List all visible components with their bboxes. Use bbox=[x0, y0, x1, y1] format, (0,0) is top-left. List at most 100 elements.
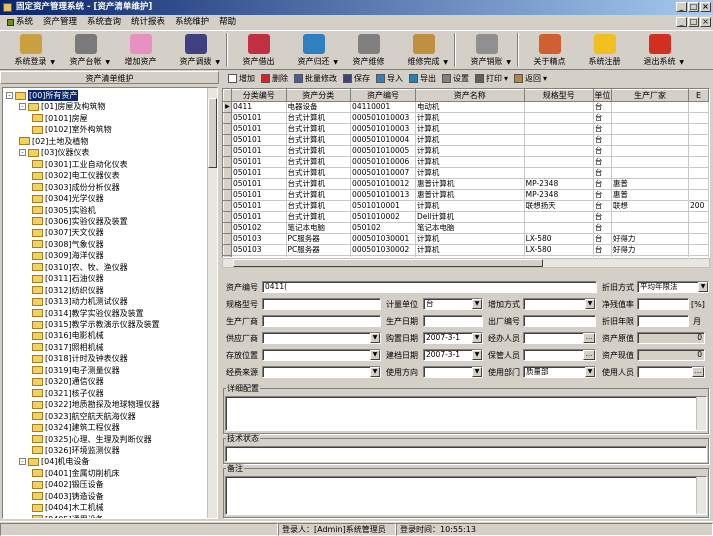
table-cell[interactable]: 000501010013 bbox=[350, 189, 416, 201]
toolbar-button-7[interactable]: 维修完成 ▼ bbox=[396, 31, 451, 69]
tree-node[interactable]: [0313]动力机测试仪器 bbox=[32, 296, 128, 307]
chevron-down-icon[interactable]: ▾ bbox=[543, 74, 547, 83]
supplier-select[interactable]: ▼ bbox=[262, 332, 381, 344]
maximize-button[interactable]: □ bbox=[688, 2, 699, 12]
table-cell[interactable]: 计算机 bbox=[415, 134, 525, 146]
table-cell[interactable] bbox=[611, 134, 690, 146]
table-cell[interactable] bbox=[611, 145, 690, 157]
table-cell[interactable]: 台 bbox=[593, 123, 612, 135]
table-cell[interactable]: 计算机 bbox=[415, 200, 525, 212]
table-row[interactable]: 050101 台式计算机 000501010003 计算机 台 bbox=[223, 112, 709, 124]
table-cell[interactable]: 000501010007 bbox=[350, 167, 416, 179]
maker-field[interactable] bbox=[262, 315, 381, 327]
tree-scroll-thumb[interactable] bbox=[208, 98, 217, 168]
menu-maintenance[interactable]: 系统维护 bbox=[170, 15, 214, 30]
tree-node[interactable]: [0307]天文仪器 bbox=[32, 227, 104, 238]
column-header[interactable]: 规格型号 bbox=[523, 89, 594, 102]
chevron-down-icon[interactable]: ▼ bbox=[506, 59, 511, 66]
table-cell[interactable]: 050101 bbox=[231, 156, 287, 168]
handler-field[interactable]: ... bbox=[523, 332, 596, 344]
tree-node[interactable]: [0323]航空航天航海仪器 bbox=[32, 411, 136, 422]
table-cell[interactable] bbox=[688, 189, 709, 201]
table-row[interactable]: 050101 台式计算机 000501010005 计算机 台 bbox=[223, 145, 709, 157]
table-cell[interactable]: 台 bbox=[593, 156, 612, 168]
depr-years-field[interactable] bbox=[637, 315, 689, 327]
action-button-8[interactable]: 返回 ▾ bbox=[511, 73, 550, 84]
tree-node[interactable]: [0309]海洋仪器 bbox=[32, 250, 104, 261]
table-cell[interactable] bbox=[611, 156, 690, 168]
tree-node[interactable]: [0405]通用设备 bbox=[32, 514, 104, 518]
table-cell[interactable] bbox=[524, 156, 594, 168]
tree-node[interactable]: [0305]实验机 bbox=[32, 205, 96, 216]
category-tree[interactable]: - [00]所有资产 - [01]房屋及构筑物 [0101]房屋 [0102]室外构筑物[… bbox=[2, 87, 218, 519]
tree-node[interactable]: [0322]地质勘探及地球物理仪器 bbox=[32, 399, 160, 410]
row-indicator[interactable] bbox=[223, 233, 232, 245]
table-cell[interactable]: 台 bbox=[593, 233, 612, 245]
tree-expander-icon[interactable]: - bbox=[19, 149, 26, 157]
table-cell[interactable] bbox=[688, 233, 709, 245]
table-cell[interactable]: 000501010003 bbox=[350, 123, 416, 135]
usage-select[interactable]: ▼ bbox=[423, 366, 483, 378]
tree-node[interactable]: [0315]教学示教演示仪器及装置 bbox=[32, 319, 160, 330]
toolbar-button-0[interactable]: 系统登录 ▼ bbox=[3, 31, 58, 69]
table-row[interactable]: 050101 台式计算机 000501010007 计算机 台 bbox=[223, 167, 709, 179]
table-cell[interactable] bbox=[611, 112, 690, 124]
table-cell[interactable]: 台 bbox=[593, 211, 612, 223]
menu-system[interactable]: 系统 bbox=[2, 15, 38, 30]
toolbar-button-8[interactable]: 资产销账 ▼ bbox=[459, 31, 514, 69]
table-cell[interactable]: 050101 bbox=[231, 112, 287, 124]
dept-select[interactable]: 质量部 ▼ bbox=[523, 366, 596, 378]
table-cell[interactable]: 计算机 bbox=[415, 112, 525, 124]
table-cell[interactable]: 台 bbox=[593, 189, 612, 201]
table-cell[interactable] bbox=[688, 211, 709, 223]
table-cell[interactable] bbox=[688, 222, 709, 234]
salvage-field[interactable] bbox=[637, 298, 689, 310]
chevron-down-icon[interactable]: ▼ bbox=[370, 333, 380, 343]
memo-scrollbar[interactable] bbox=[696, 477, 706, 514]
unit-select[interactable]: 台 ▼ bbox=[423, 298, 483, 310]
row-indicator[interactable] bbox=[223, 189, 232, 201]
column-header[interactable]: E bbox=[688, 89, 709, 102]
table-cell[interactable]: 台式计算机 bbox=[286, 123, 352, 135]
chevron-down-icon[interactable]: ▼ bbox=[443, 59, 448, 66]
table-row[interactable]: 050101 台式计算机 000501010012 惠普计算机 MP-2348 台惠普 bbox=[223, 178, 709, 190]
tree-expander-icon[interactable]: - bbox=[19, 103, 26, 111]
tree-node[interactable]: [0314]教学实验仪器及装置 bbox=[32, 308, 144, 319]
menu-help[interactable]: 帮助 bbox=[214, 15, 241, 30]
chevron-down-icon[interactable]: ▼ bbox=[472, 299, 482, 309]
chevron-down-icon[interactable]: ▼ bbox=[585, 299, 595, 309]
table-cell[interactable]: LX-580 bbox=[524, 244, 594, 256]
toolbar-button-10[interactable]: 系统注册 bbox=[577, 31, 632, 69]
toolbar-button-2[interactable]: 增加资产 bbox=[113, 31, 168, 69]
asset-grid[interactable]: 分类编号 资产分类 资产编号 资产名称 规格型号 单位 生产厂家 E ▶ 0411 电器设备 041… bbox=[222, 88, 710, 258]
user-field[interactable]: ... bbox=[637, 366, 705, 378]
row-indicator[interactable] bbox=[223, 167, 232, 179]
row-indicator[interactable] bbox=[223, 134, 232, 146]
chevron-down-icon[interactable]: ▼ bbox=[698, 282, 708, 292]
menu-query[interactable]: 系统查询 bbox=[82, 15, 126, 30]
tree-node[interactable]: [0317]照相机械 bbox=[32, 342, 104, 353]
tree-node[interactable]: [0102]室外构筑物 bbox=[32, 124, 112, 135]
minimize-button[interactable]: _ bbox=[676, 2, 687, 12]
toolbar-button-9[interactable]: 关于精点 bbox=[522, 31, 577, 69]
chevron-down-icon[interactable]: ▼ bbox=[472, 350, 482, 360]
table-cell[interactable] bbox=[611, 101, 690, 113]
tree-node[interactable]: - [04]机电设备 bbox=[19, 456, 89, 467]
table-cell[interactable]: 000501030002 bbox=[350, 244, 416, 256]
tree-node[interactable]: [0326]环境监测仪器 bbox=[32, 445, 120, 456]
ellipsis-icon[interactable]: ... bbox=[583, 350, 595, 360]
table-cell[interactable]: 台式计算机 bbox=[286, 145, 352, 157]
tree-node[interactable]: [0319]电子测量仪器 bbox=[32, 365, 120, 376]
table-cell[interactable]: 0411 bbox=[231, 101, 287, 113]
row-indicator[interactable] bbox=[223, 211, 232, 223]
chevron-down-icon[interactable]: ▼ bbox=[105, 59, 110, 66]
menu-asset-management[interactable]: 资产管理 bbox=[38, 15, 82, 30]
table-cell[interactable]: 计算机 bbox=[415, 156, 525, 168]
keeper-field[interactable]: ... bbox=[523, 349, 596, 361]
toolbar-button-3[interactable]: 资产调拨 ▼ bbox=[168, 31, 223, 69]
chevron-down-icon[interactable]: ▼ bbox=[370, 350, 380, 360]
action-button-3[interactable]: 保存 bbox=[340, 73, 373, 84]
table-cell[interactable]: 台式计算机 bbox=[286, 189, 352, 201]
row-indicator[interactable] bbox=[223, 145, 232, 157]
table-cell[interactable] bbox=[688, 134, 709, 146]
